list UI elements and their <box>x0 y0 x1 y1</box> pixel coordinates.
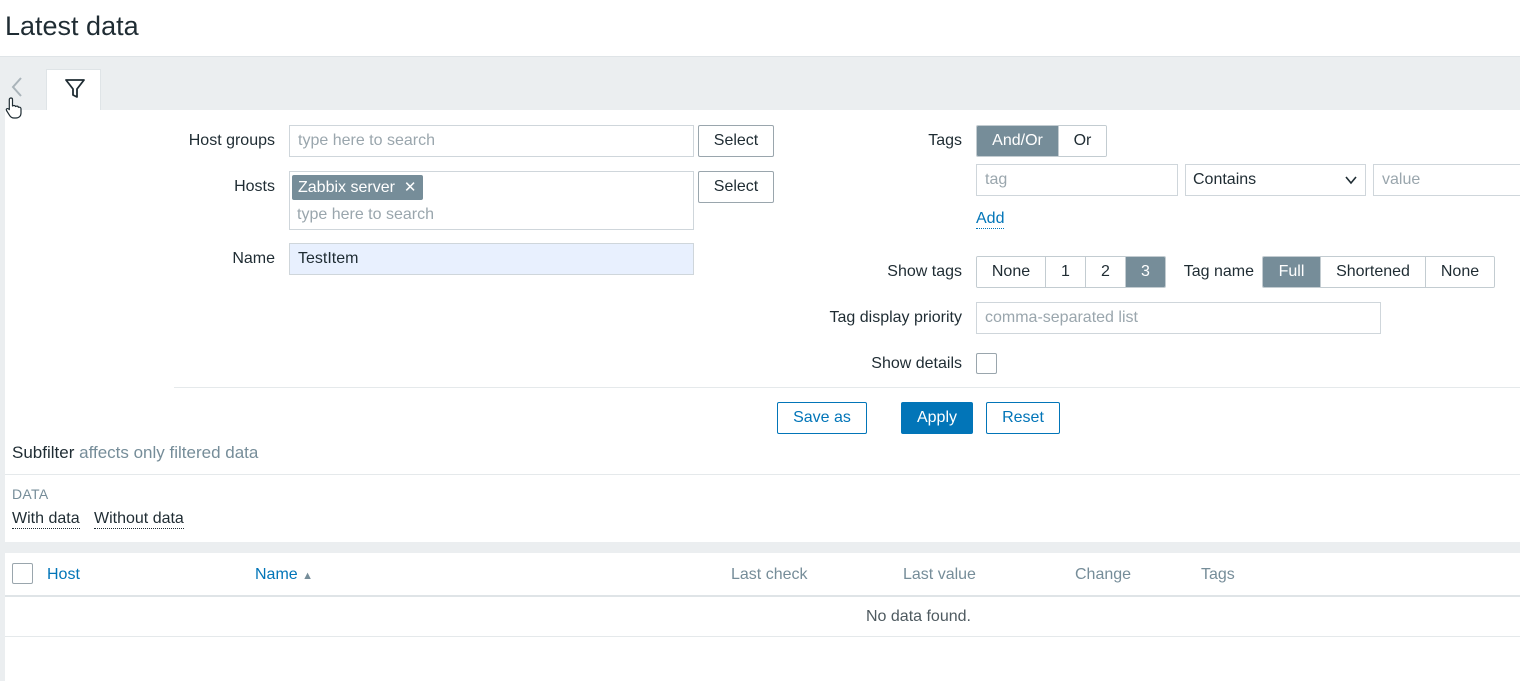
tags-mode-and-or[interactable]: And/Or <box>977 126 1059 156</box>
show-tags-label: Show tags <box>887 263 962 280</box>
subfilter-body <box>5 474 1520 542</box>
host-groups-select-button[interactable]: Select <box>698 125 774 157</box>
hosts-select-button[interactable]: Select <box>698 171 774 203</box>
subfilter-label: Subfilter <box>12 443 75 462</box>
host-chip-label: Zabbix server <box>298 179 395 196</box>
add-tag-link[interactable]: Add <box>976 210 1005 229</box>
show-tags-2[interactable]: 2 <box>1086 257 1126 287</box>
close-icon[interactable]: ✕ <box>404 175 417 200</box>
tag-value-placeholder: value <box>1382 171 1421 188</box>
subfilter-note: affects only filtered data <box>79 443 259 462</box>
tag-input[interactable]: tag <box>976 164 1178 196</box>
page-title: Latest data <box>5 11 139 41</box>
reset-button[interactable]: Reset <box>986 402 1060 434</box>
filter-divider <box>174 387 1520 388</box>
hand-cursor-icon <box>5 97 23 124</box>
tag-operator-value: Contains <box>1193 171 1257 188</box>
tag-display-priority-label: Tag display priority <box>829 309 963 326</box>
tags-mode-or[interactable]: Or <box>1059 126 1106 156</box>
host-groups-input[interactable]: type here to search <box>289 125 694 157</box>
tag-placeholder: tag <box>985 171 1008 188</box>
name-input[interactable]: TestItem <box>289 243 694 275</box>
show-details-label: Show details <box>871 355 962 372</box>
show-details-checkbox[interactable] <box>976 353 997 374</box>
name-label: Name <box>232 250 275 267</box>
tag-name-label: Tag name <box>1183 263 1254 280</box>
tags-mode-toggle: And/Or Or <box>976 125 1107 157</box>
table-header-divider <box>5 595 1520 597</box>
show-tags-toggle: None 1 2 3 <box>976 256 1166 288</box>
column-tags: Tags <box>1201 566 1235 583</box>
hosts-placeholder: type here to search <box>297 206 434 223</box>
table-row-divider <box>5 636 1520 637</box>
host-groups-label: Host groups <box>188 132 275 149</box>
select-all-checkbox[interactable] <box>12 563 33 584</box>
tab-filter[interactable] <box>46 69 101 111</box>
show-tags-3[interactable]: 3 <box>1126 257 1165 287</box>
host-groups-placeholder: type here to search <box>298 132 435 149</box>
no-data-message: No data found. <box>866 608 971 625</box>
tag-name-none[interactable]: None <box>1426 257 1494 287</box>
filter-tabbar <box>0 58 1520 110</box>
column-name[interactable]: Name ▲ <box>255 566 313 584</box>
column-change: Change <box>1075 566 1132 583</box>
column-last-check: Last check <box>731 566 808 583</box>
sort-asc-icon: ▲ <box>302 570 314 582</box>
tag-name-toggle: Full Shortened None <box>1262 256 1495 288</box>
page-header: Latest data <box>0 0 1520 57</box>
host-chip: Zabbix server ✕ <box>292 175 423 200</box>
tag-name-full[interactable]: Full <box>1263 257 1321 287</box>
subfilter-title: Subfilter affects only filtered data <box>12 443 258 463</box>
filter-icon <box>65 79 85 98</box>
column-last-value: Last value <box>903 566 976 583</box>
show-tags-1[interactable]: 1 <box>1046 257 1086 287</box>
tag-operator-select[interactable]: Contains <box>1185 164 1366 196</box>
tag-value-input[interactable]: value <box>1373 164 1520 196</box>
apply-button[interactable]: Apply <box>901 402 973 434</box>
subfilter-with-data[interactable]: With data <box>12 510 80 529</box>
subfilter-without-data[interactable]: Without data <box>94 510 184 529</box>
tag-name-shortened[interactable]: Shortened <box>1321 257 1426 287</box>
chevron-down-icon <box>1345 176 1357 185</box>
save-as-button[interactable]: Save as <box>777 402 867 434</box>
hosts-label: Hosts <box>234 178 275 195</box>
tag-display-priority-placeholder: comma-separated list <box>985 309 1138 326</box>
tag-display-priority-input[interactable]: comma-separated list <box>976 302 1381 334</box>
show-tags-none[interactable]: None <box>977 257 1046 287</box>
column-name-label: Name <box>255 566 298 583</box>
column-host[interactable]: Host <box>47 566 80 584</box>
subfilter-group-title: DATA <box>12 486 49 502</box>
tags-label: Tags <box>928 132 962 149</box>
